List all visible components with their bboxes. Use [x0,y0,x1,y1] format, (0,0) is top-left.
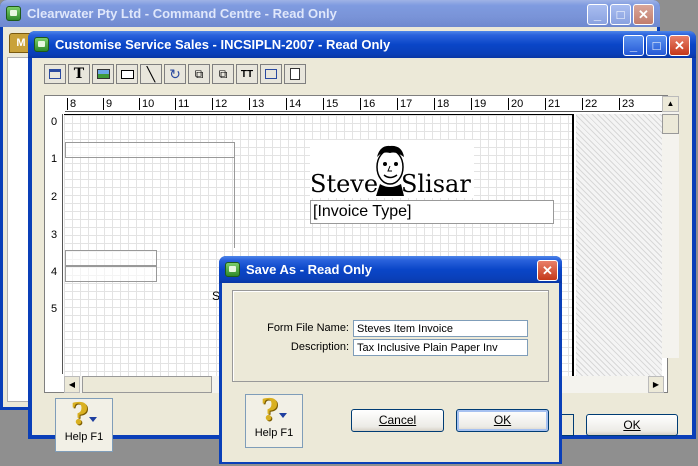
help-label: Help F1 [254,427,294,439]
ruler-mark: 23 [619,98,634,110]
scroll-right-icon[interactable]: ▶ [648,376,664,393]
ruler-mark: 22 [582,98,597,110]
vertical-scrollbar[interactable]: ▲ [662,96,679,358]
ruler-mark: 18 [434,98,449,110]
ruler-mark: 21 [545,98,560,110]
ruler-mark: 11 [175,98,189,110]
send-back-icon[interactable]: ⧉ [212,64,234,84]
form-box[interactable] [65,266,157,282]
outer-window-title: Clearwater Pty Ltd - Command Centre - Re… [27,6,337,21]
off-page-area [576,114,662,376]
ruler-mark: 14 [286,98,301,110]
form-box[interactable] [65,158,235,248]
minimize-icon[interactable]: _ [587,4,608,25]
bottom-button-fragment [562,414,574,436]
vruler-mark: 4 [51,266,58,278]
cancel-label: Cancel [378,413,417,427]
dropdown-arrow-icon [89,417,98,422]
editor-title-bar[interactable]: Customise Service Sales - INCSIPLN-2007 … [28,31,696,58]
ok-button[interactable]: OK [456,409,549,432]
scroll-thumb[interactable] [662,114,679,134]
vruler-mark: 3 [51,229,58,241]
app-icon [34,37,49,52]
horizontal-ruler: 8 9 10 11 12 13 14 15 16 17 18 19 20 21 … [65,98,665,112]
ruler-mark: 19 [471,98,486,110]
page-icon[interactable] [284,64,306,84]
rotate-icon[interactable]: ↻ [164,64,186,84]
bring-front-icon[interactable]: ⧉ [188,64,210,84]
dialog-client-area: Form File Name: Steves Item Invoice Desc… [222,283,559,462]
ok-label: OK [623,418,641,432]
logo-image[interactable]: Steve Slisar [310,140,474,198]
dialog-title-bar[interactable]: Save As - Read Only ✕ [219,256,562,283]
maximize-icon[interactable]: □ [610,4,631,25]
text-icon[interactable]: T [68,64,90,84]
form-file-name-input[interactable]: Steves Item Invoice [353,320,528,337]
app-icon [225,262,240,277]
ruler-mark: 12 [212,98,227,110]
cancel-button[interactable]: Cancel [351,409,444,432]
app-icon [6,6,21,21]
image-icon[interactable] [92,64,114,84]
close-icon[interactable]: ✕ [537,260,558,281]
scroll-thumb[interactable] [82,376,212,393]
invoice-type-field[interactable]: [Invoice Type] [310,200,554,224]
logo-text: Steve Slisar [310,170,471,198]
field-icon[interactable] [260,64,282,84]
ruler-mark: 17 [397,98,412,110]
scroll-left-icon[interactable]: ◀ [64,376,80,393]
font-size-icon[interactable]: TT [236,64,258,84]
outer-title-bar[interactable]: Clearwater Pty Ltd - Command Centre - Re… [0,0,660,27]
ok-button[interactable]: OK [586,414,678,436]
description-label: Description: [290,341,349,353]
help-icon: ? [260,393,279,428]
help-icon: ? [70,397,89,432]
form-box[interactable] [65,142,235,158]
close-icon[interactable]: ✕ [669,35,690,56]
form-file-name-label: Form File Name: [267,322,349,334]
ruler-mark: 8 [67,98,76,110]
rectangle-icon[interactable] [116,64,138,84]
ruler-mark: 13 [249,98,264,110]
scroll-up-icon[interactable]: ▲ [662,96,679,112]
save-as-dialog: Save As - Read Only ✕ Form File Name: St… [219,256,562,464]
window-icon[interactable] [44,64,66,84]
close-icon[interactable]: ✕ [633,4,654,25]
ok-label: OK [493,413,512,427]
maximize-icon[interactable]: □ [646,35,667,56]
dialog-title: Save As - Read Only [246,262,372,277]
line-icon[interactable]: ╲ [140,64,162,84]
editor-window-title: Customise Service Sales - INCSIPLN-2007 … [55,37,391,52]
help-button[interactable]: ? Help F1 [245,394,303,448]
ruler-mark: 15 [323,98,338,110]
vruler-mark: 2 [51,191,58,203]
dropdown-arrow-icon [279,413,288,418]
ruler-mark: 16 [360,98,375,110]
ruler-mark: 10 [139,98,154,110]
vertical-ruler: 0 1 2 3 4 5 [49,114,63,374]
form-box[interactable] [65,250,157,266]
vruler-mark: 5 [51,303,58,315]
help-button[interactable]: ? Help F1 [55,398,113,452]
vruler-mark: 0 [51,116,58,128]
vruler-mark: 1 [51,153,58,165]
ruler-mark: 20 [508,98,523,110]
description-input[interactable]: Tax Inclusive Plain Paper Inv [353,339,528,356]
help-label: Help F1 [64,431,104,443]
outer-side-panel [7,57,29,402]
ruler-mark: 9 [103,98,112,110]
minimize-icon[interactable]: _ [623,35,644,56]
toolbar: T ╲ ↻ ⧉ ⧉ TT [38,60,318,88]
